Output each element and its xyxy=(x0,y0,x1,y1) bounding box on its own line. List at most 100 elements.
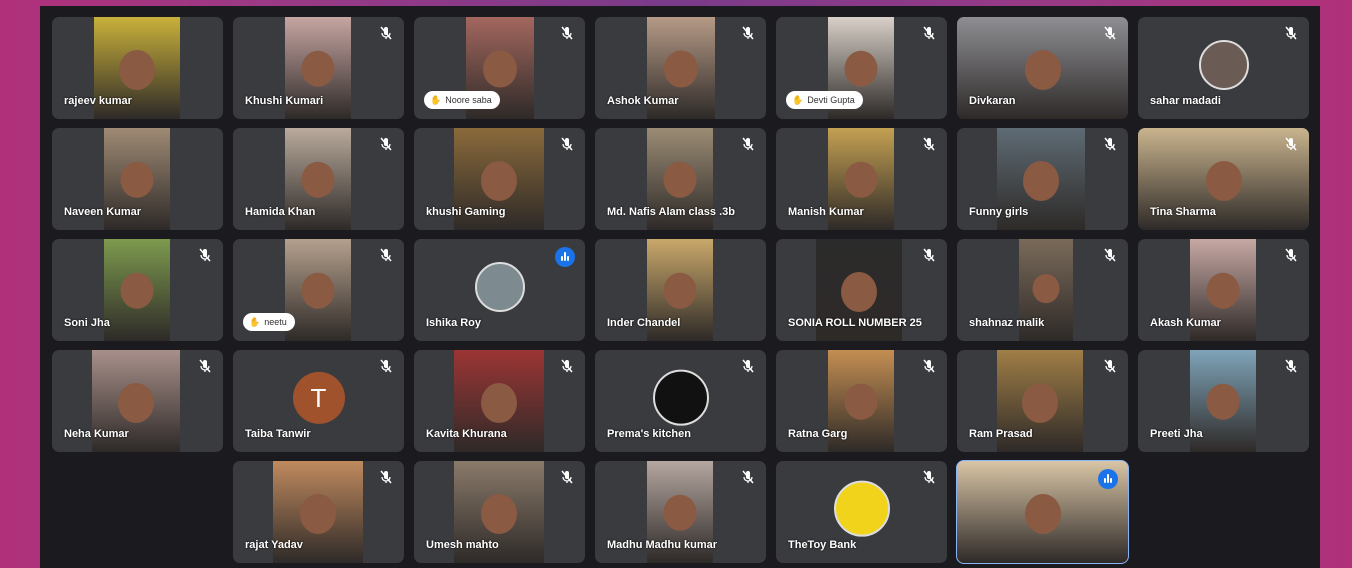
participant-face xyxy=(1024,493,1061,534)
participant-face xyxy=(663,272,697,309)
participant-tile[interactable]: khushi Gaming xyxy=(414,128,585,230)
participant-face xyxy=(481,160,517,201)
participant-face xyxy=(844,50,878,87)
mic-off-icon xyxy=(1285,359,1297,373)
participant-tile[interactable]: Akash Kumar xyxy=(1138,239,1309,341)
participant-tile[interactable]: Preeti Jha xyxy=(1138,350,1309,452)
participant-name: shahnaz malik xyxy=(969,317,1045,329)
participant-tile[interactable]: Divkaran xyxy=(957,17,1128,119)
participant-name: Divkaran xyxy=(969,95,1016,107)
participant-face xyxy=(664,50,698,88)
participant-face xyxy=(1206,383,1240,420)
raised-hand-icon: ✋ xyxy=(430,95,442,105)
mic-off-icon xyxy=(561,359,573,373)
mic-off-icon xyxy=(380,26,392,40)
mic-off-icon xyxy=(1285,137,1297,151)
participant-tile[interactable]: ✋ Devti Gupta xyxy=(776,17,947,119)
participant-name: Preeti Jha xyxy=(1150,428,1203,440)
participant-face xyxy=(120,272,154,309)
meeting-grid: rajeev kumar Khushi Kumari ✋ Noore saba Asho… xyxy=(40,6,1320,568)
participant-face xyxy=(300,493,336,534)
participant-face xyxy=(481,382,517,423)
participant-name: Md. Nafis Alam class .3b xyxy=(607,206,735,218)
participant-name: Akash Kumar xyxy=(1150,317,1221,329)
raised-hand-icon: ✋ xyxy=(249,317,261,327)
raised-hand-badge: ✋ Noore saba xyxy=(424,91,500,109)
participant-tile[interactable]: Ram Prasad xyxy=(957,350,1128,452)
participant-tile[interactable]: Tina Sharma xyxy=(1138,128,1309,230)
participant-tile[interactable]: T Taiba Tanwir xyxy=(233,350,404,452)
avatar xyxy=(474,262,525,312)
participant-tile[interactable]: sahar madadi xyxy=(1138,17,1309,119)
participant-name: Ram Prasad xyxy=(969,428,1033,440)
participant-tile[interactable]: shahnaz malik xyxy=(957,239,1128,341)
mic-off-icon xyxy=(199,248,211,262)
mic-off-icon xyxy=(923,26,935,40)
participant-face xyxy=(1206,272,1240,309)
participant-video xyxy=(104,239,170,341)
letter-avatar: T xyxy=(292,371,345,424)
participant-tile[interactable]: Inder Chandel xyxy=(595,239,766,341)
participant-name: Prema's kitchen xyxy=(607,428,691,440)
participant-tile[interactable]: Ratna Garg xyxy=(776,350,947,452)
mic-off-icon xyxy=(561,137,573,151)
speaking-indicator-icon xyxy=(1098,469,1118,489)
participant-tile[interactable]: SONIA ROLL NUMBER 25 xyxy=(776,239,947,341)
participant-tile[interactable]: Naveen Kumar xyxy=(52,128,223,230)
avatar xyxy=(652,369,709,426)
participant-name: Tina Sharma xyxy=(1150,206,1216,218)
participant-tile[interactable]: rajeev kumar xyxy=(52,17,223,119)
participant-name: sahar madadi xyxy=(1150,95,1221,107)
participant-name: Ratna Garg xyxy=(788,428,848,440)
raised-hand-icon: ✋ xyxy=(792,95,804,105)
mic-off-icon xyxy=(742,137,754,151)
participant-tile[interactable]: Hamida Khan xyxy=(233,128,404,230)
participant-tile[interactable]: Ishika Roy xyxy=(414,239,585,341)
participant-face xyxy=(1022,382,1058,423)
mic-off-icon xyxy=(561,470,573,484)
mic-off-icon xyxy=(923,470,935,484)
participant-face xyxy=(663,161,697,198)
participant-face xyxy=(1024,49,1061,90)
participant-face xyxy=(1023,160,1059,201)
participant-tile[interactable]: Prema's kitchen xyxy=(595,350,766,452)
participant-tile[interactable]: ✋ neetu xyxy=(233,239,404,341)
participant-name: Soni Jha xyxy=(64,317,110,329)
participant-face xyxy=(119,49,155,90)
participant-tile[interactable] xyxy=(956,460,1129,564)
participant-face xyxy=(483,50,517,88)
participant-tile[interactable]: Kavita Khurana xyxy=(414,350,585,452)
participant-tile[interactable]: Ashok Kumar xyxy=(595,17,766,119)
participant-name: Kavita Khurana xyxy=(426,428,507,440)
participant-tile[interactable]: rajat Yadav xyxy=(233,461,404,563)
participant-tile[interactable]: Md. Nafis Alam class .3b xyxy=(595,128,766,230)
participant-name: khushi Gaming xyxy=(426,206,506,218)
participant-name: Inder Chandel xyxy=(607,317,681,329)
participant-face xyxy=(301,161,335,198)
participant-name: rajat Yadav xyxy=(245,539,303,551)
participant-tile[interactable]: ✋ Noore saba xyxy=(414,17,585,119)
participant-face xyxy=(118,382,154,423)
participant-tile[interactable]: Manish Kumar xyxy=(776,128,947,230)
participant-tile[interactable]: Funny girls xyxy=(957,128,1128,230)
mic-off-icon xyxy=(923,137,935,151)
participant-face xyxy=(1205,160,1242,201)
participant-tile[interactable]: Madhu Madhu kumar xyxy=(595,461,766,563)
avatar xyxy=(1198,40,1249,90)
participant-name: Noore saba xyxy=(445,95,492,105)
mic-off-icon xyxy=(380,137,392,151)
participant-tile[interactable]: Soni Jha xyxy=(52,239,223,341)
raised-hand-badge: ✋ neetu xyxy=(243,313,295,331)
participant-video xyxy=(285,239,351,341)
participant-tile[interactable]: TheToy Bank xyxy=(776,461,947,563)
participant-face xyxy=(844,383,878,420)
mic-off-icon xyxy=(561,26,573,40)
participant-tile[interactable]: Neha Kumar xyxy=(52,350,223,452)
mic-off-icon xyxy=(923,248,935,262)
participant-name: Neha Kumar xyxy=(64,428,129,440)
mic-off-icon xyxy=(380,359,392,373)
mic-off-icon xyxy=(199,359,211,373)
participant-face xyxy=(120,161,154,198)
participant-tile[interactable]: Umesh mahto xyxy=(414,461,585,563)
participant-tile[interactable]: Khushi Kumari xyxy=(233,17,404,119)
